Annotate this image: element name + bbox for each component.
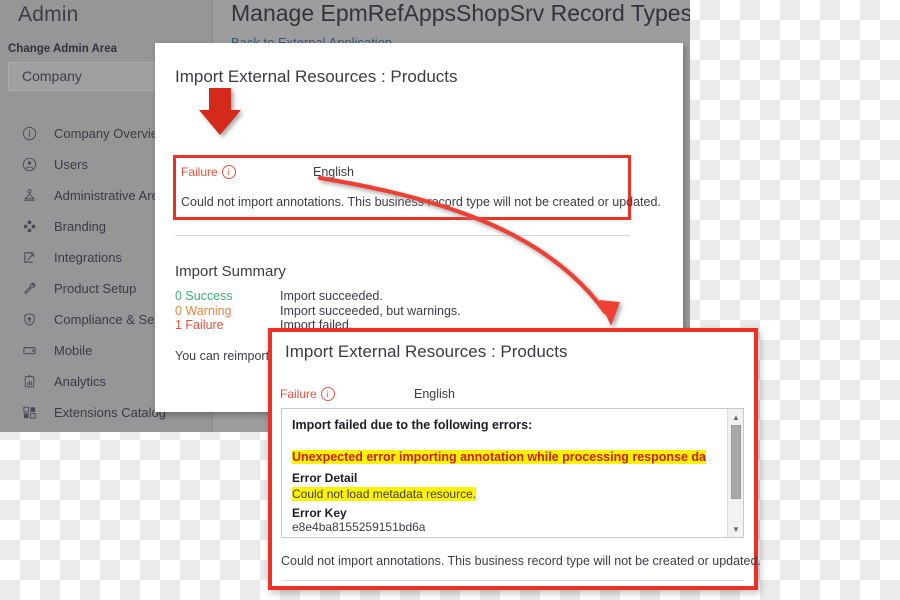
admin-title: Admin xyxy=(18,3,79,26)
info-circle-icon[interactable]: i xyxy=(221,165,236,179)
import-summary-list: 0 Success Import succeeded. 0 Warning Im… xyxy=(175,289,461,333)
error-detail-title: Error Detail xyxy=(292,471,358,485)
error-panel-scrollbar[interactable]: ▲ ▼ xyxy=(727,409,743,537)
summary-row-warning: 0 Warning Import succeeded, but warnings… xyxy=(175,304,461,319)
shield-icon xyxy=(18,311,40,329)
screenshot-root: Admin Change Admin Area Company Company … xyxy=(0,0,900,600)
sidebar-item-label: Product Setup xyxy=(54,281,137,296)
org-areas-icon xyxy=(18,187,40,205)
failure-message: Could not import annotations. This busin… xyxy=(281,554,761,568)
sidebar-item-label: Users xyxy=(54,157,88,172)
failure-message: Could not import annotations. This busin… xyxy=(181,195,661,209)
section-divider xyxy=(175,235,630,236)
info-circle-icon xyxy=(18,125,40,143)
info-circle-icon[interactable]: i xyxy=(320,387,335,401)
sidebar-item-label: Branding xyxy=(54,219,107,234)
sidebar-item-label: Integrations xyxy=(54,250,122,265)
wrench-icon xyxy=(18,280,40,298)
sidebar-item-label: Mobile xyxy=(54,343,93,358)
error-main-message: Unexpected error importing annotation wh… xyxy=(292,450,706,464)
summary-row-success: 0 Success Import succeeded. xyxy=(175,289,461,304)
scrollbar-thumb[interactable] xyxy=(731,425,741,499)
import-external-resources-dialog-lower: Import External Resources : Products Fai… xyxy=(268,328,761,590)
footer-divider xyxy=(281,580,744,581)
status-badge-label: Failure xyxy=(181,165,218,179)
dialog-title: Import External Resources : Products xyxy=(175,67,458,86)
error-details-content: Import failed due to the following error… xyxy=(282,409,727,537)
language-label: English xyxy=(414,387,455,401)
failure-highlight-box: Failure i English Could not import annot… xyxy=(173,155,661,220)
page-title: Manage EpmRefAppsShopSrv Record Types xyxy=(231,0,690,26)
error-detail-value: Could not load metadata resource. xyxy=(292,487,477,501)
mobile-icon xyxy=(18,342,40,360)
errors-heading: Import failed due to the following error… xyxy=(292,418,533,432)
change-admin-area-label: Change Admin Area xyxy=(8,43,118,55)
admin-area-select-value: Company xyxy=(22,68,82,84)
clipboard-chart-icon xyxy=(18,373,40,391)
summary-count: 1 Failure xyxy=(175,318,224,332)
error-key-value: e8e4ba8155259151bd6a xyxy=(292,520,426,534)
user-circle-icon xyxy=(18,156,40,174)
error-key-title: Error Key xyxy=(292,506,347,520)
triangle-down-icon[interactable]: ▼ xyxy=(728,522,743,536)
error-details-panel: Import failed due to the following error… xyxy=(281,408,744,538)
summary-description: Import succeeded. xyxy=(280,289,383,303)
summary-count: 0 Warning xyxy=(175,303,232,318)
integrations-icon xyxy=(18,249,40,267)
summary-count: 0 Success xyxy=(175,289,233,303)
status-badge: Failure i xyxy=(181,165,236,179)
summary-description: Import succeeded, but warnings. xyxy=(280,303,461,318)
status-badge-label: Failure xyxy=(280,387,317,401)
sidebar-item-label: Analytics xyxy=(54,374,107,389)
status-badge: Failure i xyxy=(280,387,335,401)
triangle-up-icon[interactable]: ▲ xyxy=(728,410,743,424)
branding-icon xyxy=(18,218,40,236)
extensions-grid-icon xyxy=(18,404,40,422)
sidebar-item-label: Extensions Catalog xyxy=(54,405,167,420)
import-summary-heading: Import Summary xyxy=(175,263,286,280)
dialog-title: Import External Resources : Products xyxy=(285,342,568,361)
language-label: English xyxy=(313,165,354,179)
sidebar-item-label: Company Overview xyxy=(54,126,168,141)
